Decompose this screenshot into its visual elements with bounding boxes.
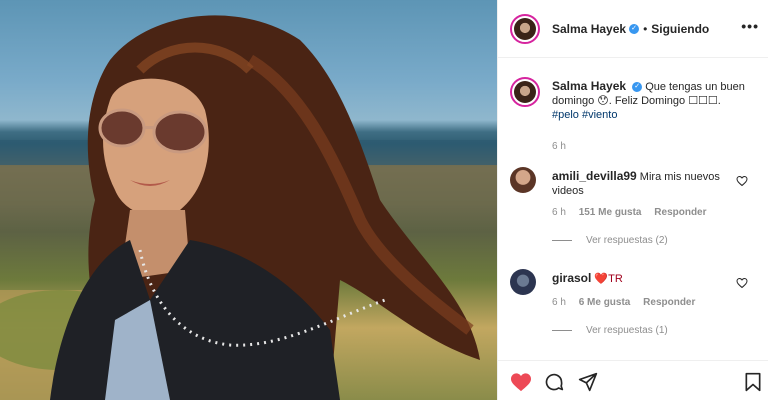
reply-button[interactable]: Responder xyxy=(654,207,706,218)
avatar-image xyxy=(514,18,536,40)
share-icon[interactable] xyxy=(578,372,598,392)
post-actions-bar xyxy=(498,360,768,400)
reply-button[interactable]: Responder xyxy=(643,297,695,308)
view-replies-label: Ver respuestas (1) xyxy=(586,325,668,336)
comment-username[interactable]: amili_devilla99 xyxy=(552,169,637,183)
comment-meta: 6 h 151 Me gusta Responder xyxy=(552,207,717,218)
replies-line xyxy=(552,240,572,241)
comments-section: Salma Hayek ✓ Que tengas un buen domingo… xyxy=(498,59,768,359)
instagram-post: Salma Hayek ✓ • Siguiendo ••• Salma Haye… xyxy=(0,0,768,400)
caption-text: Salma Hayek ✓ Que tengas un buen domingo… xyxy=(552,79,757,122)
comment-text: ❤️TR xyxy=(594,273,623,285)
avatar-image xyxy=(514,81,536,103)
comment-item: amili_devilla99 Mira mis nuevos videos 6… xyxy=(510,167,760,247)
heart-outline-icon[interactable] xyxy=(736,277,748,289)
caption-line1: Que tengas un buen xyxy=(645,81,745,93)
comment-likes[interactable]: 6 Me gusta xyxy=(579,297,631,308)
separator-dot: • xyxy=(643,22,648,36)
view-replies[interactable]: Ver respuestas (2) xyxy=(552,235,668,246)
comment-avatar[interactable] xyxy=(510,167,536,193)
comment-username[interactable]: girasol xyxy=(552,271,591,285)
more-options-icon[interactable]: ••• xyxy=(741,18,759,34)
avatar[interactable] xyxy=(510,14,540,44)
replies-line xyxy=(552,330,572,331)
comment-body: girasol ❤️TR xyxy=(552,271,737,286)
following-button[interactable]: Siguiendo xyxy=(651,22,709,36)
comment-icon[interactable] xyxy=(544,372,564,392)
caption-hashtags[interactable]: #pelo #viento xyxy=(552,109,617,121)
verified-badge-icon: ✓ xyxy=(632,82,643,93)
comment-likes[interactable]: 151 Me gusta xyxy=(579,207,642,218)
caption-username[interactable]: Salma Hayek xyxy=(552,79,626,93)
post-header: Salma Hayek ✓ • Siguiendo ••• xyxy=(498,0,768,58)
comment-avatar[interactable] xyxy=(510,269,536,295)
post-photo[interactable] xyxy=(0,0,497,400)
caption-time[interactable]: 6 h xyxy=(552,141,566,152)
photo-illustration xyxy=(0,15,497,400)
caption-line2: domingo 😯. Feliz Domingo ☐☐☐. xyxy=(552,95,721,107)
verified-badge-icon: ✓ xyxy=(629,24,640,34)
view-replies-label: Ver respuestas (2) xyxy=(586,235,668,246)
heart-filled-icon[interactable] xyxy=(510,372,532,392)
post-side-panel: Salma Hayek ✓ • Siguiendo ••• Salma Haye… xyxy=(497,0,768,400)
comment-item: girasol ❤️TR 6 h 6 Me gusta Responder Ve… xyxy=(510,269,760,349)
comment-time[interactable]: 6 h xyxy=(552,297,566,308)
header-user: Salma Hayek ✓ • Siguiendo xyxy=(552,22,709,36)
comment-meta: 6 h 6 Me gusta Responder xyxy=(552,297,705,308)
header-username[interactable]: Salma Hayek xyxy=(552,22,626,36)
bookmark-icon[interactable] xyxy=(744,372,762,392)
comment-body: amili_devilla99 Mira mis nuevos videos xyxy=(552,169,737,198)
view-replies[interactable]: Ver respuestas (1) xyxy=(552,325,668,336)
caption-avatar[interactable] xyxy=(510,77,540,107)
comment-time[interactable]: 6 h xyxy=(552,207,566,218)
heart-outline-icon[interactable] xyxy=(736,175,748,187)
